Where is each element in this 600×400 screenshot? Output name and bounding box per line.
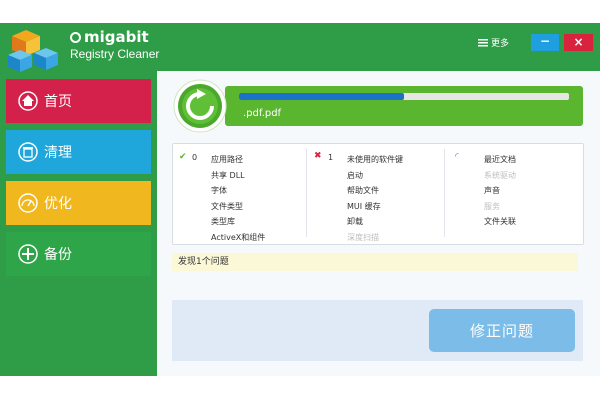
trash-icon [16,140,40,164]
col2-count: 1 [328,153,334,162]
category-item: 帮助文件 [347,186,379,195]
plus-circle-icon [16,242,40,266]
column-divider [444,149,445,237]
found-issues-message: 发现1个问题 [172,253,578,271]
sidebar-item-optimize[interactable]: 优化 [6,181,151,225]
scan-bar-background [225,86,583,126]
category-column-2: 未使用的软件键 启动 帮助文件 MUI 缓存 卸载 深度扫描 [347,152,403,245]
sidebar-item-clean[interactable]: 清理 [6,130,151,174]
category-item: 文件类型 [211,201,243,211]
category-item: 未使用的软件键 [347,155,403,164]
sidebar-item-home[interactable]: 首页 [6,79,151,123]
scanning-spinner-icon: ◜ [455,152,459,162]
sidebar-item-label: 清理 [44,145,72,161]
category-item: 服务 [484,201,500,211]
category-column-3: 最近文档 系统驱动 声音 服务 文件关联 [484,152,516,230]
category-item: 共享 DLL [211,170,245,180]
more-button[interactable]: 更多 [478,36,509,49]
brand-q-icon [70,32,81,43]
category-item: 应用路径 [211,155,243,164]
category-item: 卸载 [347,217,363,226]
title-bar: migabit Registry Cleaner 更多 − × [0,23,600,72]
settings-icon [478,39,488,47]
house-icon [16,89,40,113]
category-item: 字体 [211,186,227,195]
brand-name: migabit [70,28,149,46]
more-label: 更多 [491,39,510,49]
refresh-icon [173,79,227,133]
cubes-logo-icon [8,30,58,72]
fix-issues-button[interactable]: 修正问题 [429,309,575,352]
sidebar-item-label: 首页 [44,94,72,110]
scan-progress-bar: .pdf.pdf [177,84,583,132]
category-item: 类型库 [211,217,235,226]
app-subtitle: Registry Cleaner [70,47,160,61]
category-item: 深度扫描 [347,232,379,242]
close-button[interactable]: × [564,34,593,51]
minimize-button[interactable]: − [531,34,559,51]
col1-count: 0 [192,153,198,162]
gauge-icon [16,191,40,215]
sidebar-item-label: 优化 [44,196,72,212]
check-icon: ✔ [179,152,187,162]
sidebar-item-backup[interactable]: 备份 [6,232,151,276]
category-item: 最近文档 [484,155,516,164]
category-item: 声音 [484,186,500,195]
sidebar-item-label: 备份 [44,247,72,263]
category-item: 文件关联 [484,217,516,226]
category-item: ActiveX和组件 [211,232,266,242]
current-scan-file: .pdf.pdf [243,108,282,119]
category-item: 系统驱动 [484,170,516,180]
category-item: MUI 缓存 [347,201,381,211]
error-icon: ✖ [314,151,322,161]
progress-fill [239,93,404,100]
category-column-1: 应用路径 共享 DLL 字体 文件类型 类型库 ActiveX和组件 [211,152,265,245]
column-divider [306,149,307,237]
category-item: 启动 [347,170,363,180]
